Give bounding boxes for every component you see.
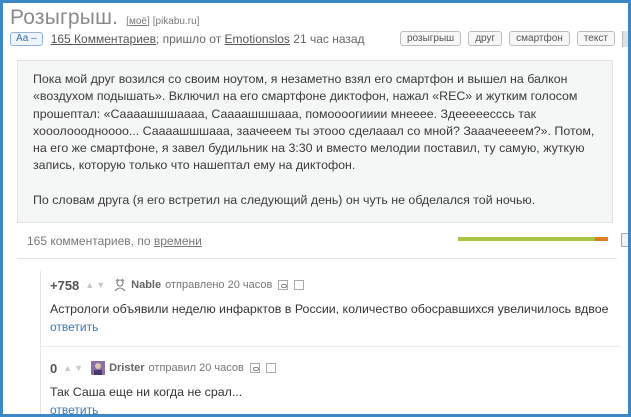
scroll-edge[interactable] [622, 31, 628, 47]
save-icon[interactable] [265, 363, 276, 373]
reply-link[interactable]: ответить [50, 320, 98, 334]
story-paragraph: По словам друга (я его встретил на следу… [33, 192, 536, 207]
comment-text: Астрологи объявили неделю инфарктов в Ро… [50, 302, 609, 316]
font-size-button[interactable]: Аа – [10, 32, 43, 46]
post-time: 21 час назад [293, 32, 365, 46]
comment: +758 ▲ ▼ Nable отправлено 20 часов Астро… [50, 276, 628, 335]
tag-text[interactable]: текст [576, 31, 615, 46]
vote-down-icon[interactable]: ▼ [96, 280, 105, 290]
story-paragraph: Пока мой друг возился со своим ноутом, я… [33, 72, 595, 173]
browser-frame: Розыгрыш. [моё] [pikabu.ru] Аа – 165 Ком… [0, 0, 631, 417]
comment-author[interactable]: Drister [109, 362, 144, 374]
tag-friend[interactable]: друг [468, 31, 503, 46]
post-meta: Аа – 165 Комментариев; пришло от Emotion… [10, 31, 622, 47]
sort-by-time-link[interactable]: времени [154, 234, 202, 248]
post-meta-text: 165 Комментариев; пришло от Emotionslos … [51, 32, 365, 46]
save-icon[interactable] [294, 280, 305, 290]
permalink-icon[interactable] [249, 363, 260, 373]
divider [17, 258, 617, 259]
tag-list: розыгрыш друг смартфон текст [400, 31, 615, 46]
rating-positive [458, 237, 595, 241]
rating-bar [458, 237, 608, 241]
comment: 0 ▲ ▼ Drister отправил 20 часов Так Саша… [50, 359, 628, 414]
reply-link[interactable]: ответить [50, 403, 98, 414]
author-link[interactable]: Emotionslos [225, 32, 290, 46]
comment-header: +758 ▲ ▼ Nable отправлено 20 часов [50, 276, 628, 294]
comment-score: 0 [50, 360, 58, 376]
comments-count-link[interactable]: 165 Комментариев [51, 32, 156, 46]
comments-header: 165 комментариев, по времени [27, 234, 202, 248]
vote-up-icon[interactable]: ▲ [63, 363, 72, 373]
permalink-icon[interactable] [278, 280, 289, 290]
site-label: [pikabu.ru] [152, 16, 200, 27]
comment-text: Так Саша еще ни когда не срал... [50, 385, 243, 399]
tag-smartphone[interactable]: смартфон [509, 31, 570, 46]
comment-score: +758 [50, 277, 80, 293]
thread-line [40, 271, 41, 414]
comment-time: отправил 20 часов [148, 362, 244, 374]
tag-prank[interactable]: розыгрыш [400, 31, 462, 46]
divider [41, 346, 621, 347]
post-title-line: Розыгрыш. [моё] [pikabu.ru] [10, 6, 199, 32]
my-link[interactable]: [моё] [126, 16, 150, 27]
bookmark-icon[interactable] [621, 233, 628, 247]
comment-author[interactable]: Nable [131, 279, 161, 291]
came-from-text: ; пришло от [155, 32, 222, 46]
comment-header: 0 ▲ ▼ Drister отправил 20 часов [50, 359, 628, 377]
vote-up-icon[interactable]: ▲ [85, 280, 94, 290]
vote-down-icon[interactable]: ▼ [74, 363, 83, 373]
comments-count: 165 комментариев, по [27, 234, 151, 248]
avatar[interactable] [91, 361, 106, 375]
avatar[interactable] [113, 278, 127, 292]
my-link-label[interactable]: моё [129, 16, 147, 27]
story-box: Пока мой друг возился со своим ноутом, я… [17, 60, 613, 223]
post-title[interactable]: Розыгрыш. [10, 6, 118, 30]
rating-negative [595, 237, 608, 241]
comment-time: отправлено 20 часов [165, 279, 273, 291]
